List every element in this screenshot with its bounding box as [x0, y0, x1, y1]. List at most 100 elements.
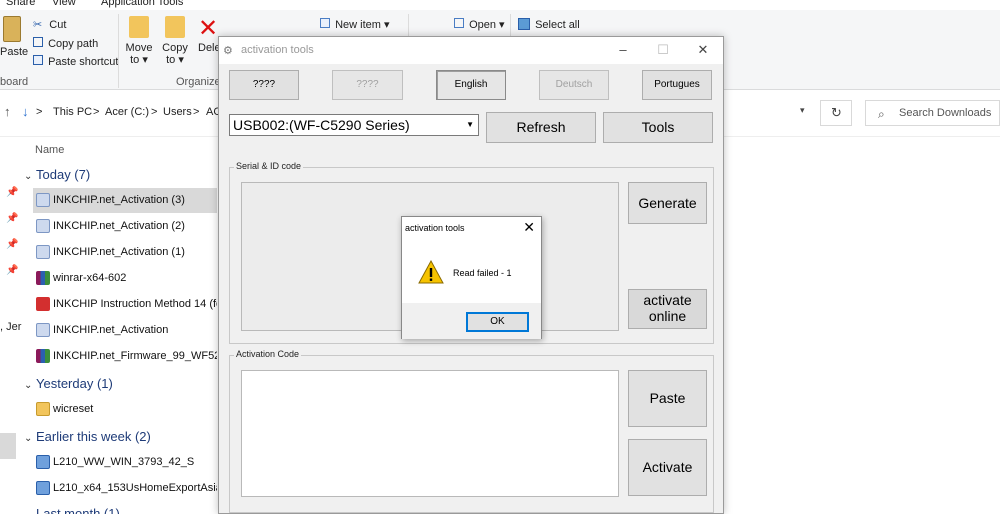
open-icon [454, 18, 464, 28]
lang-button-portugues[interactable]: Portugues [642, 70, 712, 100]
pin-icon[interactable]: 📌 [6, 213, 18, 224]
tab-view[interactable]: View [52, 0, 76, 8]
crumb-this-pc[interactable]: This PC [53, 106, 92, 118]
copy-to-button[interactable]: Copy to ▾ [160, 16, 190, 66]
file-row[interactable]: INKCHIP.net_Firmware_99_WF5290_v1 [33, 344, 217, 369]
window-title: activation tools [241, 44, 314, 56]
crumb-separator: > [193, 106, 200, 118]
dialog-close-icon[interactable]: ✕ [523, 219, 535, 236]
refresh-button[interactable]: Refresh [486, 112, 596, 143]
delete-x-icon: ✕ [198, 15, 219, 42]
nav-selected-item[interactable] [0, 433, 16, 459]
select-all-button[interactable]: Select all [518, 18, 580, 31]
clipboard-group-label: board [0, 76, 29, 88]
chevron-down-icon: ⌄ [24, 433, 33, 444]
activate-button[interactable]: Activate [628, 439, 707, 496]
lang-button-2[interactable]: ???? [332, 70, 403, 100]
search-input[interactable]: ⌕ Search Downloads [865, 100, 1000, 126]
maximize-button[interactable]: ☐ [643, 37, 683, 64]
file-row[interactable]: INKCHIP.net_Activation [33, 318, 217, 343]
group-today[interactable]: ⌄ Today (7) [24, 167, 90, 182]
dialog-title: activation tools [405, 223, 465, 233]
file-row[interactable]: INKCHIP.net_Activation (1) [33, 240, 217, 265]
close-button[interactable]: ✕ [683, 37, 723, 64]
pin-icon[interactable]: 📌 [6, 187, 18, 198]
winrar-icon [36, 271, 50, 285]
paste-shortcut-button[interactable]: Paste shortcut [33, 55, 118, 68]
nav-item-fragment[interactable]: , Jer [0, 321, 21, 333]
refresh-address-button[interactable]: ↻ [820, 100, 852, 126]
open-button[interactable]: Open ▾ [454, 18, 505, 31]
app-icon [36, 245, 50, 259]
generate-button[interactable]: Generate [628, 182, 707, 224]
zip-folder-icon [36, 402, 50, 416]
window-titlebar[interactable]: ⚙ activation tools – ☐ ✕ [219, 37, 723, 64]
dialog-message: Read failed - 1 [453, 268, 512, 278]
new-item-icon [320, 18, 330, 28]
scissors-icon: ✂ [33, 19, 43, 31]
activation-code-field[interactable] [241, 370, 619, 497]
copy-folder-icon [165, 16, 185, 38]
app-icon [36, 193, 50, 207]
tab-application-tools[interactable]: Application Tools [101, 0, 183, 8]
file-row[interactable]: INKCHIP.net_Activation (2) [33, 214, 217, 239]
app-icon [36, 323, 50, 337]
tools-button[interactable]: Tools [603, 112, 713, 143]
group-yesterday[interactable]: ⌄ Yesterday (1) [24, 376, 113, 391]
cut-button[interactable]: ✂ Cut [33, 18, 66, 31]
paste-button[interactable]: Paste [0, 16, 28, 58]
lang-button-english[interactable]: English [436, 70, 506, 100]
new-item-button[interactable]: New item ▾ [320, 18, 389, 31]
dropdown-arrow-icon: ▼ [466, 120, 474, 129]
copy-path-icon [33, 37, 43, 47]
pin-icon[interactable]: 📌 [6, 265, 18, 276]
warning-icon [418, 260, 444, 284]
device-select[interactable]: USB002:(WF-C5290 Series) ▼ [229, 114, 479, 136]
pdf-icon [36, 297, 50, 311]
activation-code-group-label: Activation Code [234, 349, 302, 359]
serial-id-group-label: Serial & ID code [234, 161, 304, 171]
activate-online-button[interactable]: activate online [628, 289, 707, 329]
dialog-footer: OK [402, 303, 541, 339]
crumb-separator: > [36, 106, 43, 118]
group-last-month[interactable]: ⌄Last month (1) [24, 506, 120, 514]
file-row[interactable]: L210_x64_153UsHomeExportAsiaML_N [33, 476, 217, 501]
crumb-separator: > [151, 106, 158, 118]
move-to-button[interactable]: Move to ▾ [124, 16, 154, 66]
organize-group-label: Organize [176, 76, 221, 88]
file-row[interactable]: L210_WW_WIN_3793_42_S [33, 450, 217, 475]
clipboard-icon [3, 16, 21, 42]
select-all-icon [518, 18, 530, 30]
up-arrow-icon[interactable]: ↑ [4, 104, 11, 119]
installer-icon [36, 455, 50, 469]
chevron-down-icon: ⌄ [24, 171, 33, 182]
installer-icon [36, 481, 50, 495]
copy-path-button[interactable]: Copy path [33, 37, 98, 50]
delete-button[interactable]: ✕ Dele [198, 15, 221, 55]
group-earlier-this-week[interactable]: ⌄ Earlier this week (2) [24, 429, 151, 444]
ok-button[interactable]: OK [466, 312, 529, 332]
ribbon-tab-bar: Share View Application Tools [0, 0, 1000, 10]
move-folder-icon [129, 16, 149, 38]
crumb-users[interactable]: Users [163, 106, 192, 118]
paste-code-button[interactable]: Paste [628, 370, 707, 427]
pin-icon[interactable]: 📌 [6, 239, 18, 250]
chevron-down-icon: ⌄ [24, 380, 33, 391]
file-row[interactable]: INKCHIP Instruction Method 14 (for 9 [33, 292, 217, 317]
search-icon: ⌕ [878, 107, 885, 121]
error-dialog: activation tools ✕ Read failed - 1 OK [401, 216, 542, 339]
file-row[interactable]: INKCHIP.net_Activation (3) [33, 188, 217, 213]
file-row[interactable]: winrar-x64-602 [33, 266, 217, 291]
lang-button-1[interactable]: ???? [229, 70, 299, 100]
crumb-separator: > [93, 106, 100, 118]
ribbon-divider [118, 14, 119, 88]
address-dropdown-icon[interactable]: ▾ [800, 105, 805, 116]
minimize-button[interactable]: – [603, 37, 643, 64]
chevron-down-icon: ⌄ [24, 510, 36, 514]
refresh-icon: ↻ [831, 105, 842, 120]
tab-share[interactable]: Share [6, 0, 35, 8]
lang-button-deutsch[interactable]: Deutsch [539, 70, 609, 100]
name-column-header[interactable]: Name [35, 144, 64, 156]
crumb-drive[interactable]: Acer (C:) [105, 106, 149, 118]
file-row[interactable]: wicreset [33, 397, 217, 422]
